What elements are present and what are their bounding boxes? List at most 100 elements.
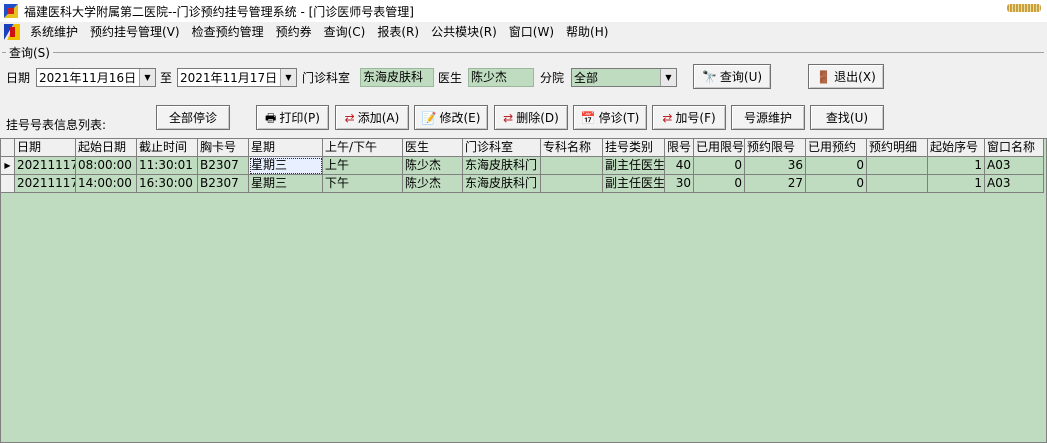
menu-appointment-registration[interactable]: 预约挂号管理(V) [84,22,186,42]
cell-limit[interactable]: 30 [665,175,694,193]
cell-reg-type[interactable]: 副主任医生 [603,175,665,193]
print-button[interactable]: 🖶 打印(P) [256,105,329,130]
schedule-grid[interactable]: 日期 起始日期 截止时间 胸卡号 星期 上午/下午 医生 门诊科室 专科名称 挂… [0,138,1047,443]
col-header-appt-limit[interactable]: 预约限号 [745,139,806,157]
exit-button[interactable]: 🚪 退出(X) [808,64,884,89]
col-header-end[interactable]: 截止时间 [137,139,198,157]
cell-appt-detail[interactable] [867,175,928,193]
binoculars-icon: 🔭 [701,69,717,84]
cell-window[interactable]: A03 [985,175,1044,193]
chevron-down-icon[interactable]: ▼ [139,69,155,86]
add-number-button[interactable]: ⇄ 加号(F) [652,105,726,130]
cell-dept[interactable]: 东海皮肤科门 [463,157,541,175]
cell-period[interactable]: 上午 [323,157,403,175]
delete-button[interactable]: ⇄ 删除(D) [494,105,568,130]
col-header-reg-type[interactable]: 挂号类别 [603,139,665,157]
cell-end[interactable]: 16:30:00 [137,175,198,193]
cell-start-seq[interactable]: 1 [928,175,985,193]
cell-reg-type[interactable]: 副主任医生 [603,157,665,175]
col-header-used-appt[interactable]: 已用预约 [806,139,867,157]
cell-used-limit[interactable]: 0 [694,175,745,193]
query-button[interactable]: 🔭 查询(U) [693,64,771,89]
date-to-value: 2021年11月17日 [180,71,278,85]
add-label: 添加(A) [357,111,400,125]
cell-appt-detail[interactable] [867,157,928,175]
cell-start[interactable]: 14:00:00 [76,175,137,193]
cell-end[interactable]: 11:30:01 [137,157,198,175]
cell-limit[interactable]: 40 [665,157,694,175]
cell-doctor[interactable]: 陈少杰 [403,175,463,193]
col-header-limit[interactable]: 限号 [665,139,694,157]
col-header-specialty[interactable]: 专科名称 [541,139,603,157]
menu-exam-appointment[interactable]: 检查预约管理 [186,22,270,42]
cell-appt-limit[interactable]: 27 [745,175,806,193]
stop-label: 停诊(T) [598,111,640,125]
col-header-used-limit[interactable]: 已用限号 [694,139,745,157]
app-logo-icon [4,4,18,18]
col-header-date[interactable]: 日期 [15,139,76,157]
cell-doctor[interactable]: 陈少杰 [403,157,463,175]
date-to-picker[interactable]: 2021年11月17日 ▼ [177,68,297,87]
cell-start[interactable]: 08:00:00 [76,157,137,175]
cell-date[interactable]: 20211117 [15,175,76,193]
cell-used-appt[interactable]: 0 [806,175,867,193]
mdi-system-icon[interactable] [4,24,20,40]
menu-window[interactable]: 窗口(W) [503,22,560,42]
cell-specialty[interactable] [541,175,603,193]
col-header-period[interactable]: 上午/下午 [323,139,403,157]
printer-icon: 🖶 [265,110,277,125]
stop-button[interactable]: 📅 停诊(T) [573,105,647,130]
window-grip-icon[interactable] [1007,4,1041,12]
source-maint-button[interactable]: 号源维护 [731,105,805,130]
query-group-legend: 查询(S) [6,44,53,61]
add-button[interactable]: ⇄ 添加(A) [335,105,409,130]
dept-label: 门诊科室 [302,71,351,85]
cell-used-limit[interactable]: 0 [694,157,745,175]
cell-badge[interactable]: B2307 [198,157,249,175]
cell-badge[interactable]: B2307 [198,175,249,193]
cell-used-appt[interactable]: 0 [806,157,867,175]
chevron-down-icon[interactable]: ▼ [280,69,296,86]
menu-query[interactable]: 查询(C) [318,22,372,42]
cell-weekday[interactable]: 星期三 [249,157,323,175]
cell-weekday[interactable]: 星期三 [249,175,323,193]
print-label: 打印(P) [279,111,320,125]
branch-select[interactable]: 全部 ▼ [571,68,677,87]
exit-door-icon: 🚪 [816,69,832,84]
col-header-weekday[interactable]: 星期 [249,139,323,157]
stop-all-button[interactable]: 全部停诊 [156,105,230,130]
col-header-start[interactable]: 起始日期 [76,139,137,157]
cell-period[interactable]: 下午 [323,175,403,193]
dept-field[interactable]: 东海皮肤科 [360,68,434,87]
date-from-picker[interactable]: 2021年11月16日 ▼ [36,68,156,87]
menu-system-maintenance[interactable]: 系统维护 [24,22,84,42]
edit-button[interactable]: 📝 修改(E) [414,105,488,130]
menu-help[interactable]: 帮助(H) [560,22,614,42]
add-row-icon: ⇄ [344,110,355,125]
menu-common-module[interactable]: 公共模块(R) [425,22,503,42]
cell-specialty[interactable] [541,157,603,175]
menu-voucher[interactable]: 预约券 [270,22,318,42]
edit-label: 修改(E) [439,111,481,125]
cell-dept[interactable]: 东海皮肤科门 [463,175,541,193]
find-button[interactable]: 查找(U) [810,105,884,130]
header-indicator [1,139,15,157]
menu-report[interactable]: 报表(R) [371,22,425,42]
cell-start-seq[interactable]: 1 [928,157,985,175]
col-header-window[interactable]: 窗口名称 [985,139,1044,157]
col-header-start-seq[interactable]: 起始序号 [928,139,985,157]
cell-date[interactable]: 20211117 [15,157,76,175]
table-row[interactable]: 20211117 14:00:00 16:30:00 B2307 星期三 下午 … [1,175,1044,193]
col-header-dept[interactable]: 门诊科室 [463,139,541,157]
row-indicator [1,175,15,193]
col-header-appt-detail[interactable]: 预约明细 [867,139,928,157]
cell-appt-limit[interactable]: 36 [745,157,806,175]
doctor-field[interactable]: 陈少杰 [468,68,534,87]
table-row[interactable]: ▶ 20211117 08:00:00 11:30:01 B2307 星期三 上… [1,157,1044,175]
chevron-down-icon[interactable]: ▼ [660,69,676,86]
col-header-doctor[interactable]: 医生 [403,139,463,157]
cell-window[interactable]: A03 [985,157,1044,175]
date-label: 日期 [6,71,31,85]
source-maint-label: 号源维护 [743,111,792,125]
col-header-badge[interactable]: 胸卡号 [198,139,249,157]
